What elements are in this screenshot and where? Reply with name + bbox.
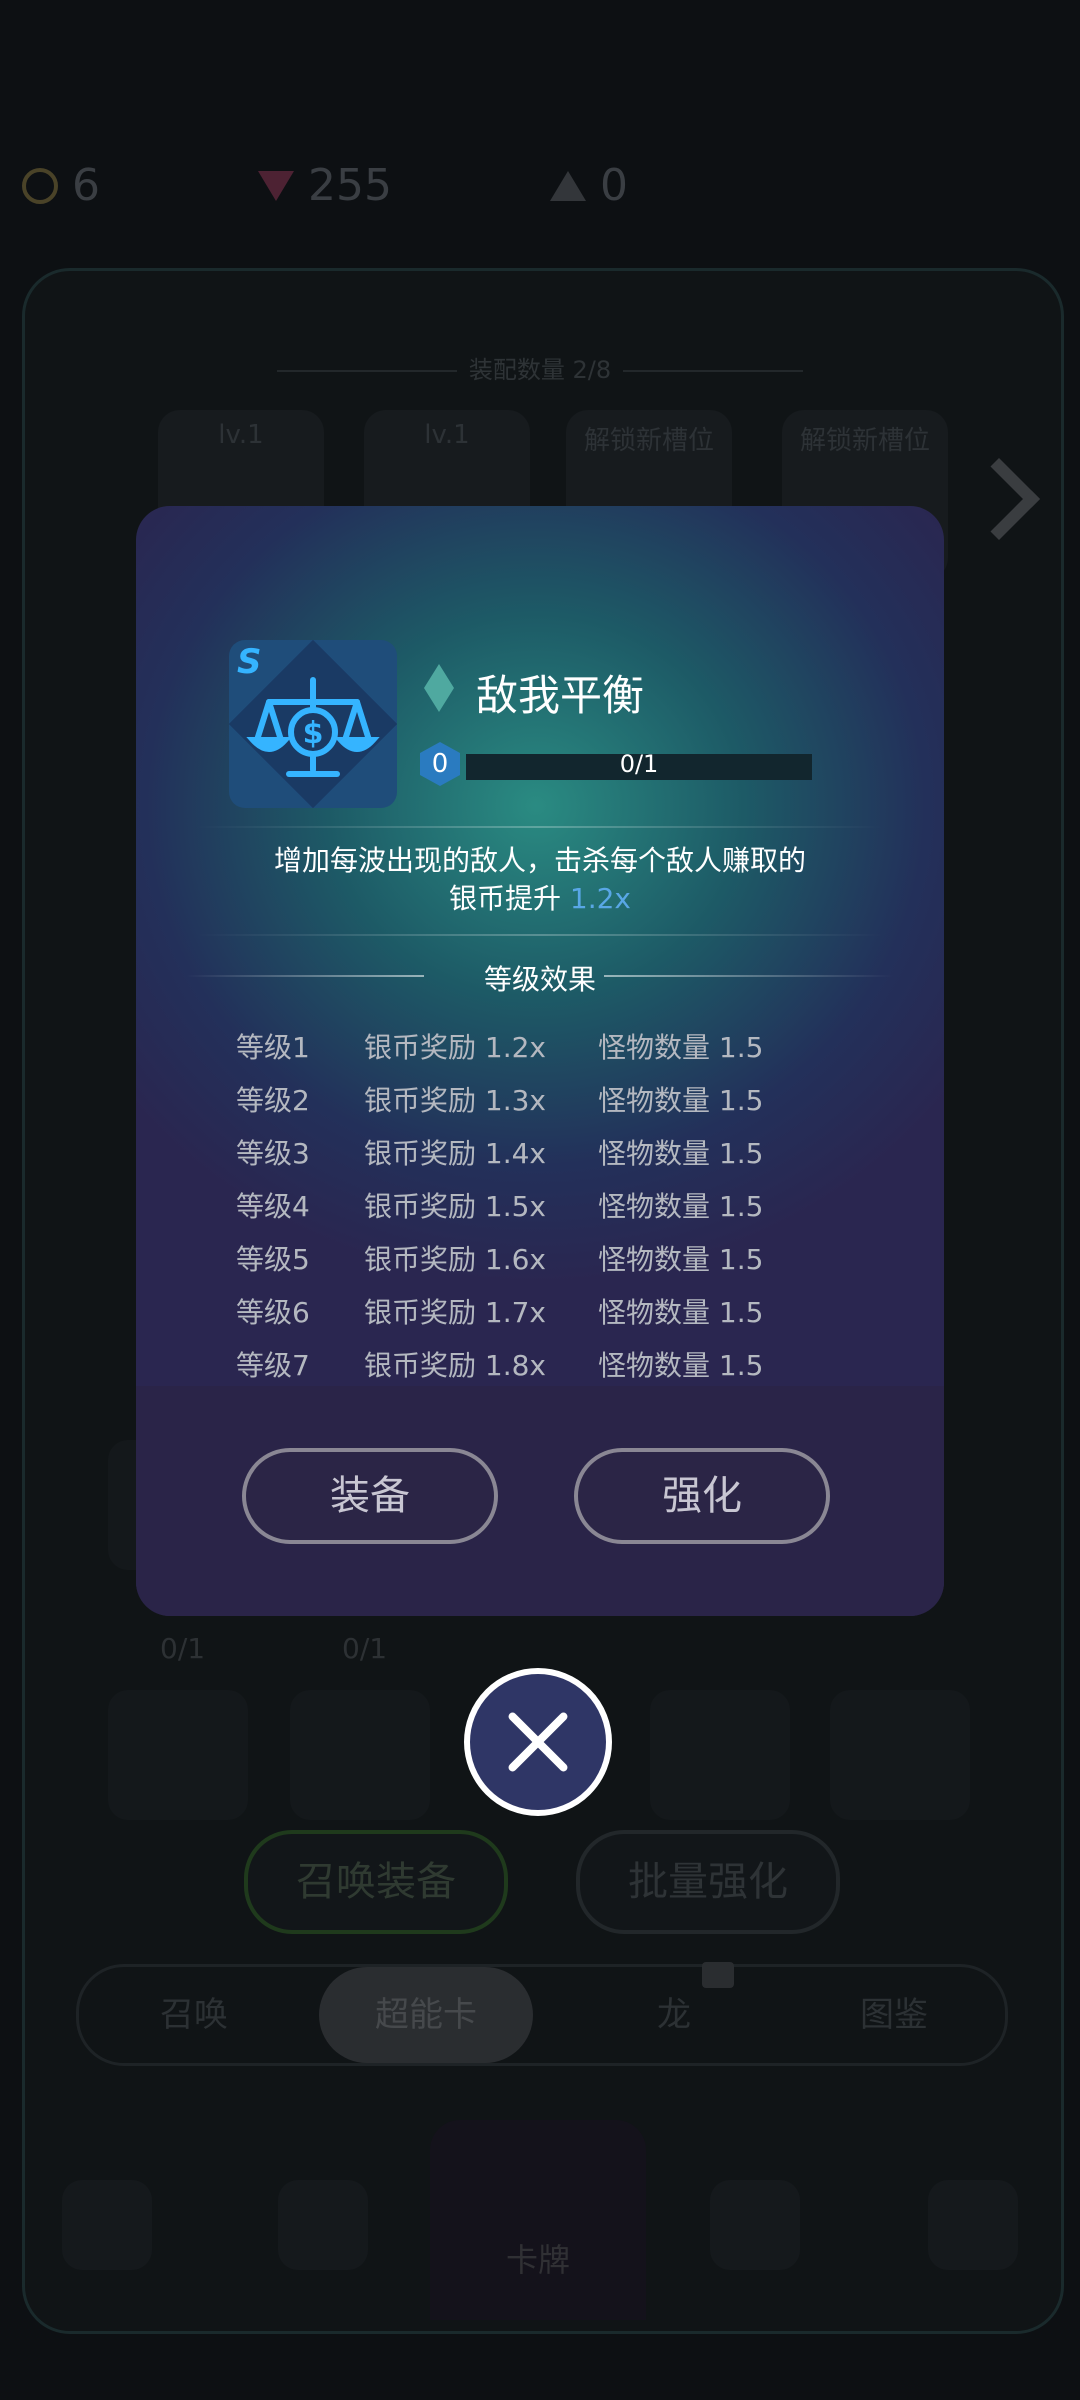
nav-forge-icon[interactable]: [278, 2180, 368, 2270]
tab-codex[interactable]: 图鉴: [819, 1967, 969, 2063]
level-effect-monsters: 怪物数量 1.5: [598, 1084, 764, 1117]
level-effect-reward: 银币奖励 1.2x: [364, 1031, 547, 1064]
multiplier-highlight: 1.2x: [569, 882, 632, 915]
rarity-gem-icon: [424, 664, 454, 712]
level-effect-reward: 银币奖励 1.4x: [364, 1137, 547, 1170]
level-effect-level: 等级1: [236, 1031, 310, 1064]
level-effect-reward: 银币奖励 1.7x: [364, 1296, 547, 1329]
level-effect-reward: 银币奖励 1.3x: [364, 1084, 547, 1117]
level-effect-row: 等级2 银币奖励 1.3x 怪物数量 1.5: [136, 1079, 944, 1119]
level-effect-monsters: 怪物数量 1.5: [598, 1349, 764, 1382]
level-effect-monsters: 怪物数量 1.5: [598, 1137, 764, 1170]
progress-text: 0/1: [619, 750, 659, 778]
card-slot[interactable]: [290, 1690, 430, 1820]
rank-badge: S: [237, 642, 262, 682]
level-badge: 0: [420, 742, 460, 786]
coin-counter: 6: [22, 160, 100, 211]
level-effect-level: 等级5: [236, 1243, 310, 1276]
level-effect-reward: 银币奖励 1.8x: [364, 1349, 547, 1382]
close-icon[interactable]: [464, 1668, 612, 1816]
gem-counter: 255: [258, 160, 392, 211]
coin-icon: [22, 167, 58, 204]
nav-cards-tab[interactable]: [430, 2120, 646, 2320]
level-effect-monsters: 怪物数量 1.5: [598, 1243, 764, 1276]
level-effect-row: 等级3 银币奖励 1.4x 怪物数量 1.5: [136, 1132, 944, 1172]
lock-icon: [702, 1962, 734, 1988]
level-effect-monsters: 怪物数量 1.5: [598, 1190, 764, 1223]
skill-detail-modal: $ S 敌我平衡 0 0/1 增加每波出现的敌人，击杀每个敌人赚取的 银币提升 …: [136, 506, 944, 1616]
card-slot[interactable]: [108, 1690, 248, 1820]
level-effect-row: 等级1 银币奖励 1.2x 怪物数量 1.5: [136, 1026, 944, 1066]
level-effect-monsters: 怪物数量 1.5: [598, 1031, 764, 1064]
level-effect-row: 等级6 银币奖励 1.7x 怪物数量 1.5: [136, 1291, 944, 1331]
level-effect-monsters: 怪物数量 1.5: [598, 1296, 764, 1329]
level-effect-level: 等级7: [236, 1349, 310, 1382]
card-slot[interactable]: [650, 1690, 790, 1820]
level-effect-level: 等级4: [236, 1190, 310, 1223]
divider: [196, 934, 884, 936]
gem-icon: [258, 170, 294, 201]
tab-super-cards[interactable]: 超能卡: [319, 1967, 533, 2063]
summon-equipment-button[interactable]: 召唤装备: [244, 1830, 508, 1934]
skill-description: 增加每波出现的敌人，击杀每个敌人赚取的 银币提升 1.2x: [273, 844, 806, 915]
level-effect-reward: 银币奖励 1.6x: [364, 1243, 547, 1276]
nav-cards-label: 卡牌: [505, 2241, 570, 2279]
category-tabbar: 召唤 超能卡 龙 图鉴: [76, 1964, 1008, 2066]
tab-summon[interactable]: 召唤: [119, 1967, 269, 2063]
level-effects-title: 等级效果: [483, 963, 596, 996]
divider: [196, 826, 884, 828]
nav-portal-icon[interactable]: [710, 2180, 800, 2270]
skill-title: 敌我平衡: [476, 671, 645, 720]
upgrade-button[interactable]: 强化: [574, 1448, 830, 1544]
token-counter: 0: [550, 160, 628, 211]
level-effect-level: 等级3: [236, 1137, 310, 1170]
level-effect-reward: 银币奖励 1.5x: [364, 1190, 547, 1223]
level-effect-row: 等级4 银币奖励 1.5x 怪物数量 1.5: [136, 1185, 944, 1225]
section-line-right: [604, 975, 894, 977]
nav-shop-icon[interactable]: [928, 2180, 1018, 2270]
level-effect-row: 等级5 银币奖励 1.6x 怪物数量 1.5: [136, 1238, 944, 1278]
equip-count-label: 装配数量 2/8: [0, 350, 1080, 385]
card-count: 0/1: [342, 1632, 388, 1665]
svg-text:$: $: [303, 716, 324, 751]
level-effect-level: 等级6: [236, 1296, 310, 1329]
batch-upgrade-button[interactable]: 批量强化: [576, 1830, 840, 1934]
nav-battle-icon[interactable]: [62, 2180, 152, 2270]
balance-scale-icon: $ S: [229, 640, 397, 808]
card-count: 0/1: [160, 1632, 206, 1665]
card-slot[interactable]: [830, 1690, 970, 1820]
equip-button[interactable]: 装备: [242, 1448, 498, 1544]
level-effect-row: 等级7 银币奖励 1.8x 怪物数量 1.5: [136, 1344, 944, 1384]
triangle-token-icon: [550, 170, 586, 201]
level-effect-level: 等级2: [236, 1084, 310, 1117]
